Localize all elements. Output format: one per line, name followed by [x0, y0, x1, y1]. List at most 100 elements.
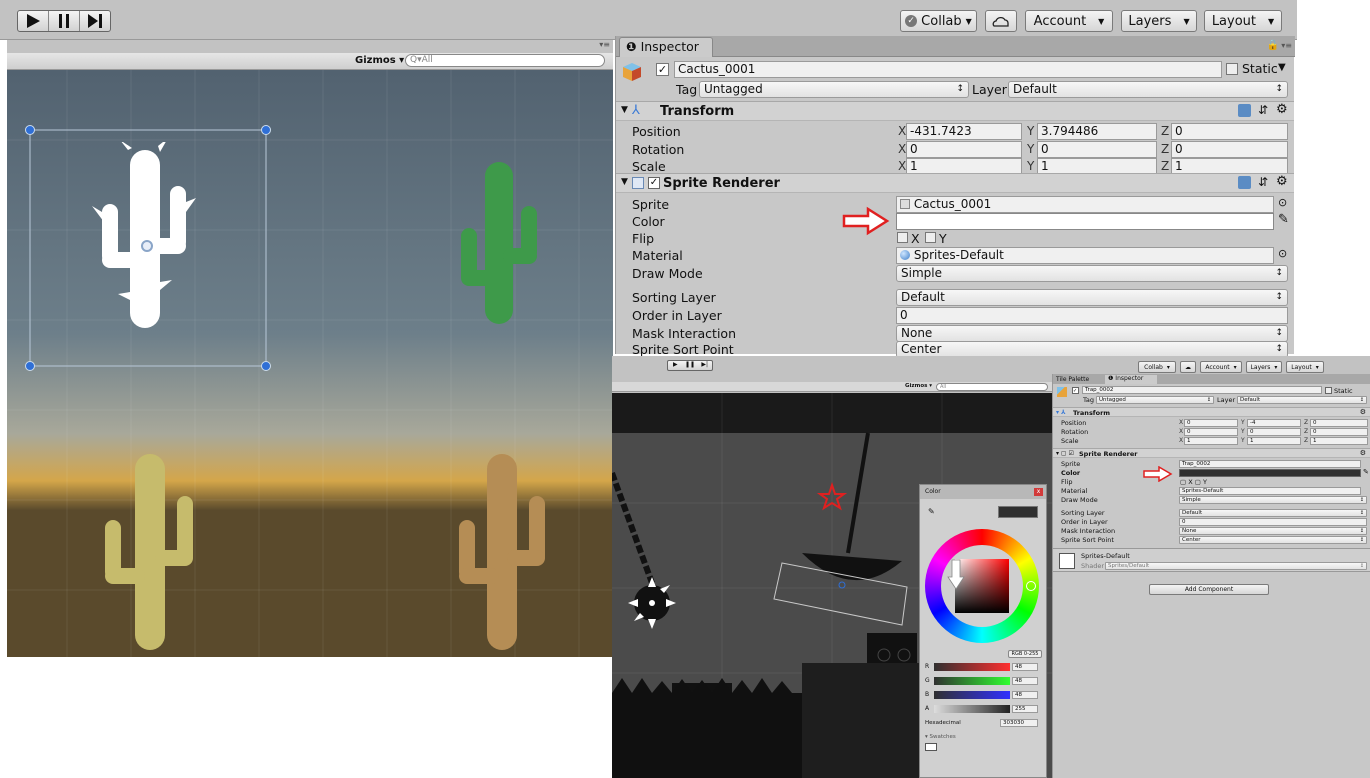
cloud-button[interactable]: [985, 10, 1017, 32]
scene-search-input[interactable]: All: [936, 383, 1048, 391]
preset-icon[interactable]: ⇵: [1258, 103, 1268, 117]
rotation-x-field[interactable]: 0: [1184, 428, 1238, 436]
position-y-field[interactable]: 3.794486: [1037, 123, 1157, 140]
gear-icon[interactable]: ⚙: [1276, 174, 1288, 189]
draw-mode-dropdown[interactable]: Simple: [1179, 496, 1367, 504]
gizmos-dropdown[interactable]: Gizmos ▾: [905, 383, 932, 389]
order-in-layer-field[interactable]: 0: [896, 307, 1288, 324]
gear-icon[interactable]: ⚙: [1276, 102, 1288, 117]
inset-layers-button[interactable]: Layers ▾: [1246, 361, 1282, 373]
step-button[interactable]: [80, 11, 110, 31]
scale-z-field[interactable]: 1: [1310, 437, 1368, 445]
hue-handle[interactable]: [1026, 581, 1036, 591]
r-field[interactable]: 48: [1012, 663, 1038, 671]
sorting-layer-dropdown[interactable]: Default: [1179, 509, 1367, 517]
layer-dropdown[interactable]: Default: [1237, 396, 1367, 404]
position-y-field[interactable]: -4: [1247, 419, 1301, 427]
material-field[interactable]: Sprites-Default: [896, 247, 1274, 264]
help-icon[interactable]: [1238, 104, 1251, 117]
eyedropper-icon[interactable]: ✎: [1278, 212, 1289, 227]
gear-icon[interactable]: ⚙: [1360, 449, 1366, 457]
sprite-sort-point-dropdown[interactable]: Center: [1179, 536, 1367, 544]
static-dropdown-icon[interactable]: ▼: [1278, 62, 1286, 73]
object-picker-icon[interactable]: ⊙: [1278, 247, 1287, 260]
eyedropper-icon[interactable]: ✎: [1363, 468, 1369, 476]
hue-wheel[interactable]: [925, 529, 1039, 643]
b-slider[interactable]: [934, 691, 1010, 699]
draw-mode-dropdown[interactable]: Simple: [896, 265, 1288, 282]
inset-cloud-button[interactable]: ☁: [1180, 361, 1196, 373]
resize-handle-bottom-left[interactable]: [25, 361, 35, 371]
resize-handle-bottom-right[interactable]: [261, 361, 271, 371]
account-button[interactable]: Account ▼: [1025, 10, 1113, 32]
layers-button[interactable]: Layers ▼: [1121, 10, 1197, 32]
resize-handle-top-left[interactable]: [25, 125, 35, 135]
color-field[interactable]: [1179, 469, 1361, 477]
position-z-field[interactable]: 0: [1310, 419, 1368, 427]
g-field[interactable]: 48: [1012, 677, 1038, 685]
position-z-field[interactable]: 0: [1171, 123, 1288, 140]
layer-dropdown[interactable]: Default: [1008, 81, 1288, 98]
add-component-button[interactable]: Add Component: [1149, 584, 1269, 595]
object-picker-icon[interactable]: ⊙: [1278, 196, 1287, 209]
transform-header[interactable]: ▼ ⅄ Transform ⇵ ⚙: [616, 101, 1294, 121]
shader-dropdown[interactable]: Sprites/Default: [1105, 562, 1367, 570]
flip-y-checkbox[interactable]: [925, 232, 936, 243]
tab-tile-palette[interactable]: Tile Palette: [1056, 376, 1089, 383]
rotation-y-field[interactable]: 0: [1037, 141, 1157, 158]
sprite-renderer-enabled-checkbox[interactable]: ✓: [648, 177, 660, 189]
scene-search-input[interactable]: Q▾All: [405, 54, 605, 67]
sprite-renderer-header[interactable]: ▾ ▢ ☑ Sprite Renderer ⚙: [1053, 448, 1370, 458]
position-x-field[interactable]: 0: [1184, 419, 1238, 427]
eyedropper-icon[interactable]: ✎: [928, 507, 935, 516]
pause-button[interactable]: [49, 11, 80, 31]
panel-menu-icon[interactable]: ▾≡: [599, 40, 610, 49]
a-slider[interactable]: [934, 705, 1010, 713]
transform-header[interactable]: ▾ ⅄ Transform ⚙: [1053, 407, 1370, 417]
gizmos-dropdown[interactable]: Gizmos ▾: [355, 55, 404, 66]
gear-icon[interactable]: ⚙: [1360, 408, 1366, 416]
play-button[interactable]: ▶: [668, 361, 683, 370]
inset-account-button[interactable]: Account ▾: [1200, 361, 1242, 373]
scale-x-field[interactable]: 1: [1184, 437, 1238, 445]
flip-x-checkbox[interactable]: [897, 232, 908, 243]
rotation-y-field[interactable]: 0: [1247, 428, 1301, 436]
object-name-field[interactable]: Cactus_0001: [674, 61, 1222, 78]
scene-canvas[interactable]: [7, 70, 613, 657]
lock-icon[interactable]: 🔒: [1267, 40, 1279, 51]
material-block[interactable]: Sprites-Default Shader Sprites/Default: [1053, 548, 1370, 572]
active-checkbox[interactable]: ✓: [1072, 387, 1079, 394]
active-checkbox[interactable]: ✓: [656, 63, 669, 76]
pause-button[interactable]: ❚❚: [683, 361, 698, 370]
preset-icon[interactable]: ⇵: [1258, 175, 1268, 189]
tab-inspector[interactable]: ❶ Inspector: [1105, 375, 1157, 384]
close-icon[interactable]: x: [1034, 488, 1043, 496]
step-button[interactable]: ▶|: [697, 361, 712, 370]
mask-interaction-dropdown[interactable]: None: [896, 325, 1288, 342]
g-slider[interactable]: [934, 677, 1010, 685]
rotation-x-field[interactable]: 0: [906, 141, 1022, 158]
a-field[interactable]: 255: [1012, 705, 1038, 713]
rotation-z-field[interactable]: 0: [1310, 428, 1368, 436]
inset-layout-button[interactable]: Layout ▾: [1286, 361, 1324, 373]
order-in-layer-field[interactable]: 0: [1179, 518, 1367, 526]
tab-inspector[interactable]: ❶ Inspector: [619, 37, 713, 57]
help-icon[interactable]: [1238, 176, 1251, 189]
b-field[interactable]: 48: [1012, 691, 1038, 699]
sprite-field[interactable]: Cactus_0001: [896, 196, 1274, 213]
r-slider[interactable]: [934, 663, 1010, 671]
hex-field[interactable]: 303030: [1000, 719, 1038, 727]
play-button[interactable]: [18, 11, 49, 31]
swatch-preset[interactable]: [925, 743, 937, 751]
static-checkbox[interactable]: [1325, 387, 1332, 394]
sprite-field[interactable]: Trap_0002: [1179, 460, 1361, 468]
color-field[interactable]: [896, 213, 1274, 230]
mask-interaction-dropdown[interactable]: None: [1179, 527, 1367, 535]
color-mode-dropdown[interactable]: RGB 0-255: [1008, 650, 1042, 658]
inset-collab-button[interactable]: Collab ▾: [1138, 361, 1176, 373]
material-field[interactable]: Sprites-Default: [1179, 487, 1361, 495]
scale-y-field[interactable]: 1: [1247, 437, 1301, 445]
rotation-z-field[interactable]: 0: [1171, 141, 1288, 158]
sorting-layer-dropdown[interactable]: Default: [896, 289, 1288, 306]
position-x-field[interactable]: -431.7423: [906, 123, 1022, 140]
